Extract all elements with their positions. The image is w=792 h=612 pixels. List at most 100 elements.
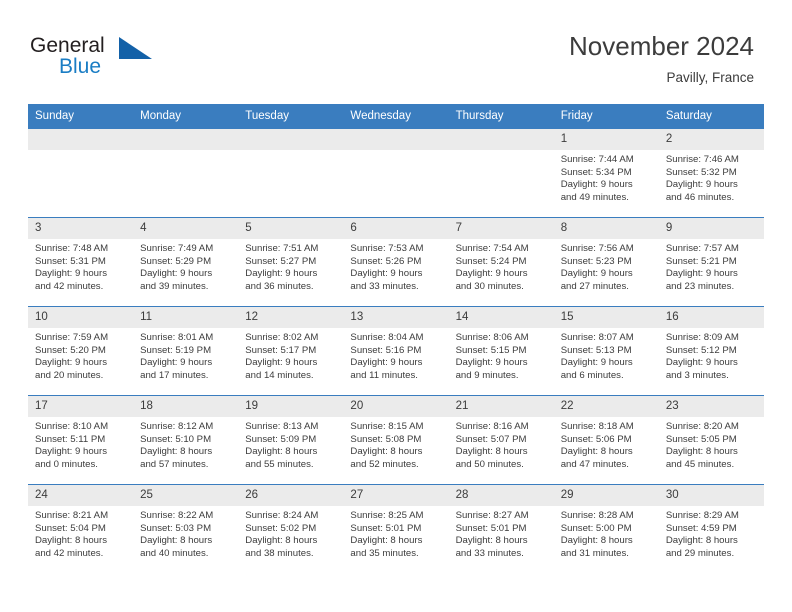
sunrise-text: Sunrise: 8:25 AM <box>350 510 424 521</box>
calendar-day-cell[interactable]: 23 Sunrise: 8:20 AM Sunset: 5:05 PM Dayligh… <box>658 395 764 485</box>
calendar-day-cell[interactable]: 27 Sunrise: 8:25 AM Sunset: 5:01 PM Dayligh… <box>343 484 449 573</box>
sunrise-text: Sunrise: 8:06 AM <box>455 332 529 343</box>
calendar-day-cell[interactable]: 6 Sunrise: 7:53 AM Sunset: 5:26 PM Daylight… <box>343 217 449 307</box>
calendar-day-cell[interactable]: 16 Sunrise: 8:09 AM Sunset: 5:12 PM Dayligh… <box>658 306 764 396</box>
weekday-header-monday: Monday <box>133 104 239 129</box>
calendar-day-cell[interactable]: 18 Sunrise: 8:12 AM Sunset: 5:10 PM Dayligh… <box>133 395 239 485</box>
sunset-text: Sunset: 5:29 PM <box>140 255 212 267</box>
sunrise-text: Sunrise: 7:51 AM <box>245 243 319 254</box>
calendar-day-cell[interactable]: 3 Sunrise: 7:48 AM Sunset: 5:31 PM Daylight… <box>28 217 134 307</box>
daylight-text: Daylight: 8 hours <box>455 446 528 458</box>
weekday-header-tuesday: Tuesday <box>238 104 344 129</box>
day-details: Sunrise: 8:07 AM Sunset: 5:13 PM Daylight:… <box>554 328 659 382</box>
daylight-text-cont: and 11 minutes. <box>350 369 418 381</box>
calendar-day-cell[interactable]: 17 Sunrise: 8:10 AM Sunset: 5:11 PM Dayligh… <box>28 395 134 485</box>
general-blue-logo[interactable]: General Blue <box>30 34 180 86</box>
calendar-day-cell[interactable]: 12 Sunrise: 8:02 AM Sunset: 5:17 PM Dayligh… <box>238 306 344 396</box>
sunrise-text: Sunrise: 8:28 AM <box>560 510 634 521</box>
sunrise-text: Sunrise: 8:10 AM <box>35 421 109 432</box>
sunset-text: Sunset: 5:17 PM <box>245 344 317 356</box>
daylight-text-cont: and 9 minutes. <box>455 369 519 381</box>
sunrise-text: Sunrise: 7:54 AM <box>455 243 529 254</box>
daylight-text-cont: and 0 minutes. <box>35 458 98 470</box>
day-details: Sunrise: 8:28 AM Sunset: 5:00 PM Daylight:… <box>554 506 659 560</box>
daylight-text: Daylight: 9 hours <box>35 446 107 458</box>
daylight-text-cont: and 17 minutes. <box>140 369 209 381</box>
daylight-text: Daylight: 9 hours <box>665 179 738 191</box>
day-details <box>343 150 448 154</box>
sunrise-text: Sunrise: 7:44 AM <box>560 154 634 165</box>
daylight-text: Daylight: 8 hours <box>245 446 318 458</box>
day-details <box>238 150 343 154</box>
calendar-day-cell[interactable]: 1 Sunrise: 7:44 AM Sunset: 5:34 PM Daylight… <box>553 128 659 218</box>
daylight-text: Daylight: 8 hours <box>665 535 738 547</box>
calendar-day-cell[interactable]: 2 Sunrise: 7:46 AM Sunset: 5:32 PM Daylight… <box>658 128 764 218</box>
daylight-text-cont: and 55 minutes. <box>245 458 314 470</box>
day-number: 20 <box>343 396 449 417</box>
calendar-day-cell[interactable]: 14 Sunrise: 8:06 AM Sunset: 5:15 PM Dayligh… <box>448 306 554 396</box>
calendar-day-cell[interactable]: 19 Sunrise: 8:13 AM Sunset: 5:09 PM Dayligh… <box>238 395 344 485</box>
day-number: 3 <box>28 218 134 239</box>
sunset-text: Sunset: 5:26 PM <box>350 255 422 267</box>
day-number <box>448 129 554 150</box>
daylight-text: Daylight: 9 hours <box>560 179 633 191</box>
sunset-text: Sunset: 5:02 PM <box>245 522 317 534</box>
day-number: 23 <box>658 396 764 417</box>
sunset-text: Sunset: 5:32 PM <box>665 166 737 178</box>
calendar-day-cell[interactable]: 26 Sunrise: 8:24 AM Sunset: 5:02 PM Dayligh… <box>238 484 344 573</box>
calendar-day-cell[interactable]: 4 Sunrise: 7:49 AM Sunset: 5:29 PM Daylight… <box>133 217 239 307</box>
calendar-day-cell[interactable]: 10 Sunrise: 7:59 AM Sunset: 5:20 PM Dayligh… <box>28 306 134 396</box>
calendar-day-cell[interactable]: 7 Sunrise: 7:54 AM Sunset: 5:24 PM Daylight… <box>448 217 554 307</box>
calendar-day-cell[interactable]: 20 Sunrise: 8:15 AM Sunset: 5:08 PM Dayligh… <box>343 395 449 485</box>
day-number: 26 <box>238 485 344 506</box>
calendar-day-cell-empty <box>448 128 554 218</box>
sunrise-text: Sunrise: 8:20 AM <box>665 421 739 432</box>
sunrise-text: Sunrise: 8:18 AM <box>560 421 634 432</box>
sunrise-text: Sunrise: 8:13 AM <box>245 421 319 432</box>
weekday-header-saturday: Saturday <box>658 104 764 129</box>
sunrise-text: Sunrise: 7:59 AM <box>35 332 109 343</box>
sunset-text: Sunset: 5:10 PM <box>140 433 212 445</box>
day-details: Sunrise: 7:49 AM Sunset: 5:29 PM Daylight:… <box>133 239 238 293</box>
calendar-day-cell[interactable]: 21 Sunrise: 8:16 AM Sunset: 5:07 PM Dayligh… <box>448 395 554 485</box>
sunset-text: Sunset: 5:11 PM <box>35 433 106 445</box>
calendar-day-cell[interactable]: 24 Sunrise: 8:21 AM Sunset: 5:04 PM Dayligh… <box>28 484 134 573</box>
day-number: 15 <box>553 307 659 328</box>
calendar-week-row: 24 Sunrise: 8:21 AM Sunset: 5:04 PM Dayligh… <box>28 484 764 573</box>
day-number: 8 <box>553 218 659 239</box>
day-number: 19 <box>238 396 344 417</box>
day-number: 7 <box>448 218 554 239</box>
calendar-day-cell[interactable]: 9 Sunrise: 7:57 AM Sunset: 5:21 PM Daylight… <box>658 217 764 307</box>
daylight-text-cont: and 35 minutes. <box>350 547 419 559</box>
sunset-text: Sunset: 5:01 PM <box>455 522 527 534</box>
sunrise-text: Sunrise: 8:07 AM <box>560 332 634 343</box>
sunset-text: Sunset: 5:15 PM <box>455 344 527 356</box>
sunrise-text: Sunrise: 8:09 AM <box>665 332 739 343</box>
calendar-day-cell[interactable]: 29 Sunrise: 8:28 AM Sunset: 5:00 PM Dayligh… <box>553 484 659 573</box>
calendar-day-cell[interactable]: 22 Sunrise: 8:18 AM Sunset: 5:06 PM Dayligh… <box>553 395 659 485</box>
day-details: Sunrise: 8:10 AM Sunset: 5:11 PM Daylight:… <box>28 417 133 471</box>
sunset-text: Sunset: 5:00 PM <box>560 522 632 534</box>
calendar-day-cell[interactable]: 5 Sunrise: 7:51 AM Sunset: 5:27 PM Daylight… <box>238 217 344 307</box>
daylight-text: Daylight: 8 hours <box>560 446 633 458</box>
day-number: 11 <box>133 307 239 328</box>
calendar-day-cell[interactable]: 28 Sunrise: 8:27 AM Sunset: 5:01 PM Dayligh… <box>448 484 554 573</box>
calendar-day-cell[interactable]: 25 Sunrise: 8:22 AM Sunset: 5:03 PM Dayligh… <box>133 484 239 573</box>
sunrise-text: Sunrise: 7:46 AM <box>665 154 739 165</box>
calendar-day-cell[interactable]: 30 Sunrise: 8:29 AM Sunset: 4:59 PM Dayligh… <box>658 484 764 573</box>
daylight-text: Daylight: 8 hours <box>350 535 423 547</box>
day-details: Sunrise: 8:24 AM Sunset: 5:02 PM Daylight:… <box>238 506 343 560</box>
weekday-header-thursday: Thursday <box>448 104 554 129</box>
logo-text-blue: Blue <box>59 55 102 78</box>
calendar-day-cell[interactable]: 15 Sunrise: 8:07 AM Sunset: 5:13 PM Dayligh… <box>553 306 659 396</box>
calendar-day-cell-empty <box>343 128 449 218</box>
calendar-header-row: Sunday Monday Tuesday Wednesday Thursday Frid… <box>28 104 764 129</box>
daylight-text-cont: and 42 minutes. <box>35 547 104 559</box>
calendar-day-cell[interactable]: 8 Sunrise: 7:56 AM Sunset: 5:23 PM Daylight… <box>553 217 659 307</box>
day-number: 17 <box>28 396 134 417</box>
daylight-text: Daylight: 9 hours <box>560 268 633 280</box>
calendar-day-cell[interactable]: 13 Sunrise: 8:04 AM Sunset: 5:16 PM Dayligh… <box>343 306 449 396</box>
sunrise-text: Sunrise: 7:48 AM <box>35 243 109 254</box>
day-details: Sunrise: 8:16 AM Sunset: 5:07 PM Daylight:… <box>449 417 554 471</box>
calendar-day-cell[interactable]: 11 Sunrise: 8:01 AM Sunset: 5:19 PM Dayligh… <box>133 306 239 396</box>
